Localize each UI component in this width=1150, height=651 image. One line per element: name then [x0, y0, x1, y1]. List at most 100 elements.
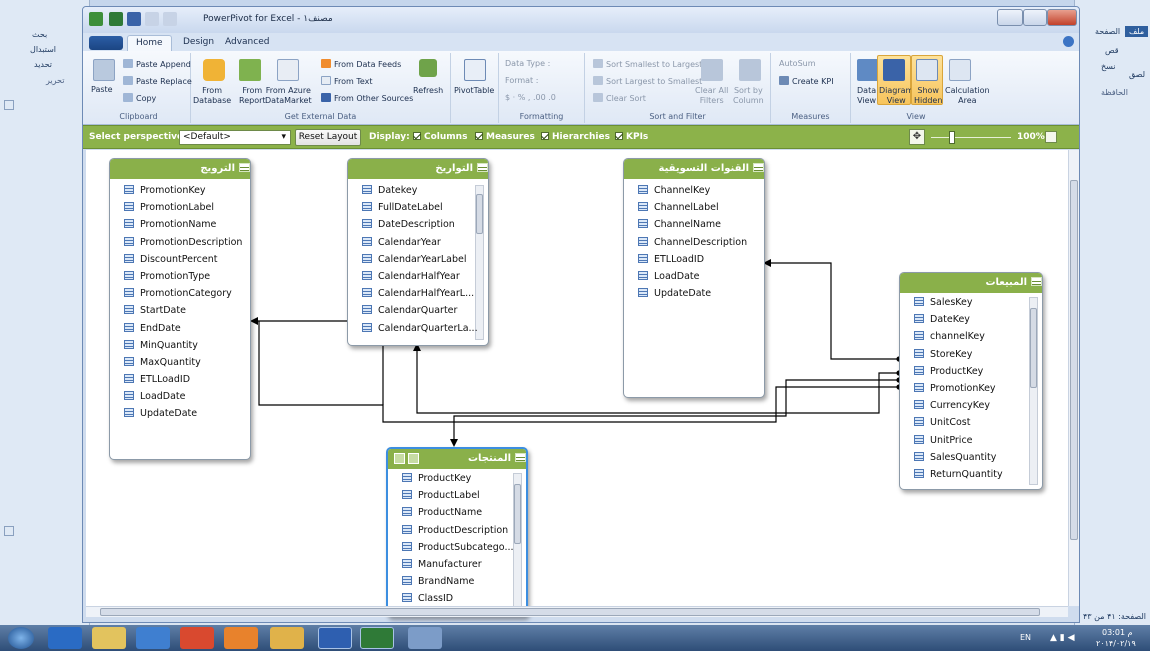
close-button[interactable] — [1047, 9, 1077, 26]
data-type-dropdown[interactable]: Data Type : — [505, 59, 550, 69]
canvas-vscroll-thumb[interactable] — [1070, 180, 1078, 540]
from-text-button[interactable]: From Text — [334, 77, 373, 86]
field-row[interactable]: LoadDate — [624, 270, 764, 288]
ie-icon[interactable] — [48, 627, 82, 649]
from-database-button[interactable]: From Database — [193, 86, 231, 106]
clear-filters-button[interactable]: Clear All Filters — [695, 86, 728, 106]
table-header[interactable]: المبيعات — [900, 273, 1042, 293]
field-row[interactable]: ProductSubcatego... — [388, 541, 526, 559]
kpis-checkbox[interactable] — [615, 132, 623, 140]
canvas-vertical-scrollbar[interactable] — [1068, 150, 1079, 606]
field-row[interactable]: ProductKey — [388, 473, 526, 490]
sort-largest-button[interactable]: Sort Largest to Smallest — [606, 77, 702, 86]
field-row[interactable]: BrandName — [388, 576, 526, 593]
outer-find-item[interactable]: بحث — [32, 30, 47, 39]
paste-replace-button[interactable]: Paste Replace — [136, 77, 192, 86]
help-icon[interactable] — [1063, 36, 1074, 47]
zoom-slider-track[interactable] — [931, 137, 1011, 138]
pivottable-button[interactable]: PivotTable — [454, 86, 494, 96]
field-row[interactable]: PromotionType — [110, 270, 250, 288]
field-row[interactable]: ChannelLabel — [624, 202, 764, 219]
field-row[interactable]: StoreKey — [900, 348, 1042, 366]
fit-icon[interactable] — [1045, 131, 1057, 143]
hierarchies-checkbox[interactable] — [541, 132, 549, 140]
help-icon[interactable] — [394, 453, 405, 464]
field-row[interactable]: ProductKey — [900, 365, 1042, 383]
table-promotion[interactable]: الترويج PromotionKey PromotionLabel Prom… — [109, 158, 251, 460]
table-header[interactable]: التواريخ — [348, 159, 488, 179]
field-row[interactable]: PromotionKey — [900, 382, 1042, 400]
field-row[interactable]: CalendarQuarter — [348, 305, 488, 322]
table-header[interactable]: القنوات التسويقية — [624, 159, 764, 179]
field-row[interactable]: ChannelKey — [624, 185, 764, 202]
field-row[interactable]: UpdateDate — [624, 288, 764, 305]
excel-taskbar-icon[interactable] — [360, 627, 394, 649]
field-row[interactable]: CalendarHalfYearL... — [348, 288, 488, 305]
file-menu-button[interactable] — [89, 36, 123, 50]
language-indicator[interactable]: EN — [1020, 633, 1031, 642]
field-row[interactable]: PromotionName — [110, 219, 250, 236]
field-row[interactable]: CurrencyKey — [900, 400, 1042, 417]
field-row[interactable]: channelKey — [900, 331, 1042, 348]
from-other-sources-button[interactable]: From Other Sources — [334, 94, 413, 103]
clock-time[interactable]: 03:01 م — [1102, 628, 1133, 637]
field-row[interactable]: Datekey — [348, 185, 488, 202]
undo-icon[interactable] — [145, 12, 159, 26]
table-products[interactable]: المنتجات ProductKey ProductLabel Product… — [386, 447, 528, 617]
measures-checkbox[interactable] — [475, 132, 483, 140]
word-icon[interactable] — [318, 627, 352, 649]
field-row[interactable]: DateKey — [900, 314, 1042, 331]
field-row[interactable]: CalendarYear — [348, 236, 488, 254]
field-row[interactable]: ProductName — [388, 507, 526, 524]
paste-button[interactable]: Paste — [91, 85, 113, 95]
field-row[interactable]: ETLLoadID — [110, 374, 250, 391]
maximize-button[interactable] — [1023, 9, 1047, 26]
paint-icon[interactable] — [408, 627, 442, 649]
field-row[interactable]: PromotionKey — [110, 185, 250, 202]
field-row[interactable]: UpdateDate — [110, 408, 250, 425]
minimize-button[interactable] — [997, 9, 1023, 26]
field-row[interactable]: Manufacturer — [388, 558, 526, 576]
field-row[interactable]: EndDate — [110, 322, 250, 340]
columns-checkbox[interactable] — [413, 132, 421, 140]
table-channels[interactable]: القنوات التسويقية ChannelKey ChannelLabe… — [623, 158, 765, 398]
field-row[interactable]: SalesKey — [900, 297, 1042, 314]
create-kpi-button[interactable]: Create KPI — [792, 77, 834, 86]
outer-page-tab[interactable]: الصفحة — [1095, 27, 1120, 36]
reset-layout-button[interactable]: Reset Layout — [295, 129, 361, 146]
field-row[interactable]: UnitCost — [900, 417, 1042, 434]
outer-paste-item[interactable]: لصق — [1129, 70, 1145, 79]
tab-advanced[interactable]: Advanced — [217, 35, 277, 51]
show-hidden-button[interactable]: Show Hidden — [914, 86, 942, 106]
diagram-view-button[interactable]: Diagram View — [879, 86, 913, 106]
copy-button[interactable]: Copy — [136, 94, 156, 103]
field-row[interactable]: LoadDate — [110, 391, 250, 408]
field-row[interactable]: ChannelDescription — [624, 236, 764, 254]
field-row[interactable]: MaxQuantity — [110, 356, 250, 374]
outer-copy-item[interactable]: نسخ — [1101, 62, 1116, 71]
tab-design[interactable]: Design — [175, 35, 222, 51]
sort-smallest-button[interactable]: Sort Smallest to Largest — [606, 60, 702, 69]
clock-date[interactable]: ۲۰۱۴/۰۲/۱۹ — [1096, 639, 1136, 648]
table-header[interactable]: الترويج — [110, 159, 250, 179]
zoom-slider-thumb[interactable] — [949, 131, 955, 144]
field-row[interactable]: UnitPrice — [900, 434, 1042, 452]
move-icon[interactable]: ✥ — [909, 129, 925, 145]
sort-by-column-button[interactable]: Sort by Column — [733, 86, 764, 106]
perspective-select[interactable]: <Default> ▾ — [179, 130, 291, 145]
field-row[interactable]: ChannelName — [624, 219, 764, 236]
canvas-hscroll-thumb[interactable] — [100, 608, 1040, 616]
outer-file-tab[interactable]: ملف — [1125, 26, 1149, 37]
table-sales[interactable]: المبيعات SalesKey DateKey channelKey Sto… — [899, 272, 1043, 490]
field-row[interactable]: CalendarYearLabel — [348, 253, 488, 271]
tray-icons[interactable]: ▲ ▮ ◀ — [1050, 633, 1075, 643]
table-header[interactable]: المنتجات — [388, 449, 526, 469]
field-row[interactable]: FullDateLabel — [348, 202, 488, 219]
field-row[interactable]: CalendarHalfYear — [348, 270, 488, 288]
outer-cut-item[interactable]: قص — [1105, 46, 1119, 55]
canvas-horizontal-scrollbar[interactable] — [86, 606, 1068, 617]
hao123-icon[interactable] — [270, 627, 304, 649]
field-row[interactable]: DateDescription — [348, 219, 488, 236]
field-row[interactable]: SalesQuantity — [900, 451, 1042, 469]
start-button[interactable] — [8, 627, 34, 649]
